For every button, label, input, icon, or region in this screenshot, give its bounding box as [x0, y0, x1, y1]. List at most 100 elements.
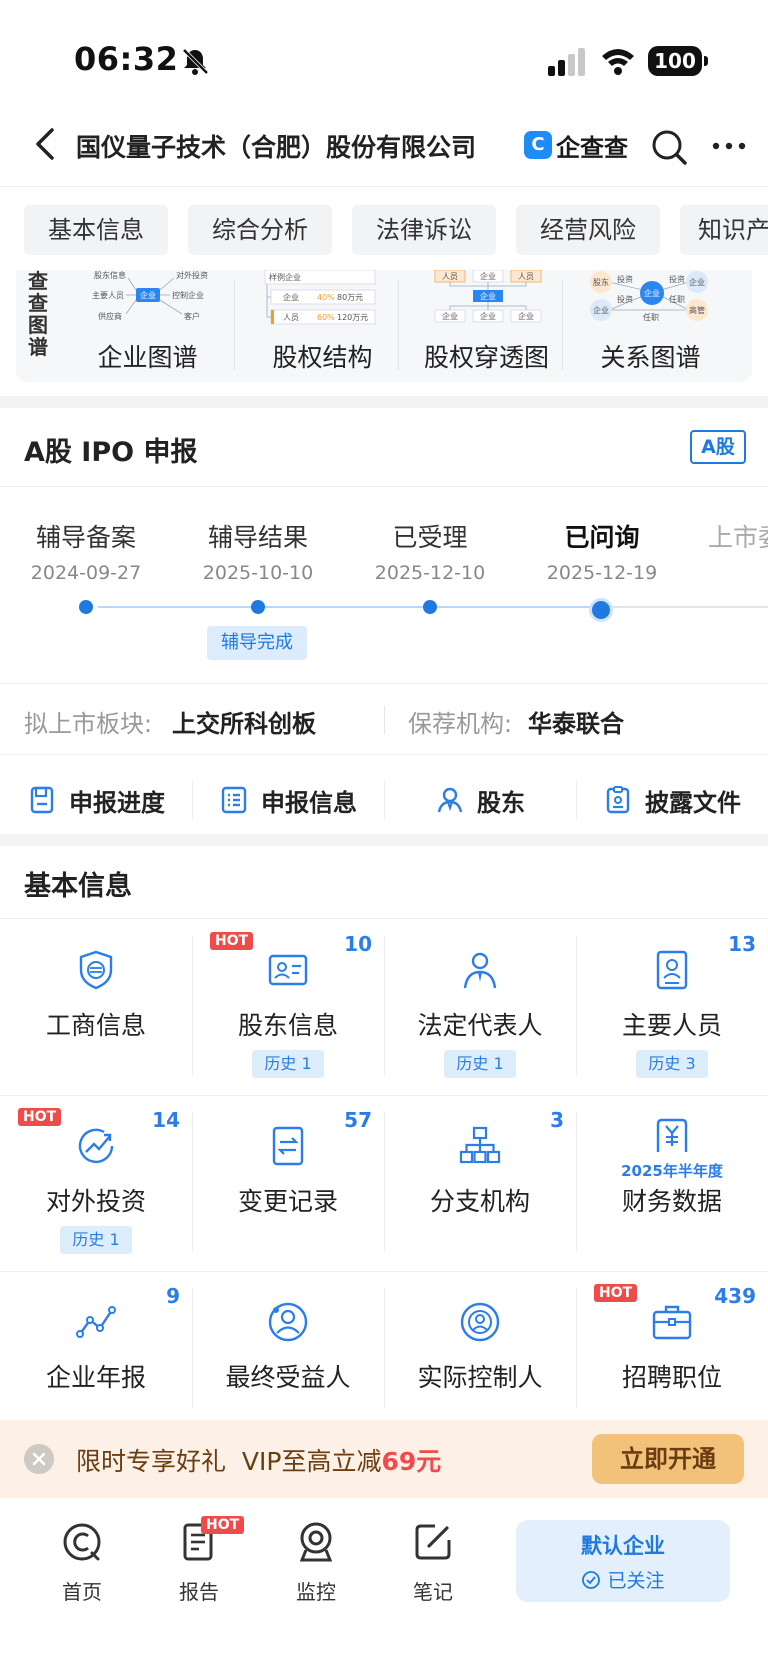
thumb-text: 主要人员: [92, 290, 124, 300]
cell-label: 变更记录: [237, 1187, 338, 1216]
thumb-text: 企业: [518, 311, 534, 321]
hot-badge: HOT: [594, 1284, 638, 1302]
sponsor-value: 华泰联合: [528, 710, 624, 738]
history-tag[interactable]: 历史 1: [444, 1050, 516, 1078]
back-arrow-icon[interactable]: [30, 124, 60, 164]
cell-label: 主要人员: [621, 1011, 722, 1040]
nav-home[interactable]: 首页: [34, 1520, 130, 1605]
ipo-progress-button[interactable]: 申报进度: [0, 770, 192, 830]
divider: [384, 936, 385, 1076]
step-tag: 辅导完成: [207, 626, 307, 660]
ipo-info-button[interactable]: 申报信息: [192, 770, 384, 830]
action-label: 披露文件: [645, 788, 741, 817]
ipo-step-next[interactable]: 上市委: [688, 518, 768, 554]
history-tag[interactable]: 历史 1: [252, 1050, 324, 1078]
cell-business-info[interactable]: 工商信息: [0, 920, 192, 1095]
cell-investments[interactable]: HOT 14 对外投资 历史 1: [0, 1096, 192, 1271]
cell-label: 对外投资: [45, 1187, 146, 1216]
cell-label: 企业年报: [45, 1363, 146, 1392]
thumb-text: 企业: [480, 271, 496, 281]
graph-equity-penetration[interactable]: 人员 企业 人员 企业 企业 企业 企业 股权穿透图: [399, 270, 574, 382]
cell-branches[interactable]: 3 分支机构: [384, 1096, 576, 1271]
close-icon[interactable]: [24, 1444, 54, 1474]
section-gap: [0, 396, 768, 408]
tab-ip[interactable]: 知识产权: [680, 205, 768, 255]
thumb-text: 任职: [643, 312, 659, 322]
ipo-shareholders-button[interactable]: 股东: [384, 770, 576, 830]
tab-operating-risk[interactable]: 经营风险: [516, 205, 660, 255]
thumb-text: 投资: [617, 274, 633, 284]
cell-count: 13: [728, 932, 756, 956]
bell-muted-icon: [182, 48, 209, 75]
tab-litigation[interactable]: 法律诉讼: [352, 205, 496, 255]
nav-label: 监控: [296, 1580, 336, 1604]
cell-key-personnel[interactable]: 13 主要人员 历史 3: [576, 920, 768, 1095]
divider: [0, 1095, 768, 1096]
nav-monitor[interactable]: 监控: [268, 1520, 364, 1605]
divider: [576, 1112, 577, 1252]
thumb-text: 样例企业: [269, 272, 301, 282]
step-label: 辅导备案: [35, 523, 136, 552]
cell-label: 招聘职位: [621, 1363, 722, 1392]
activate-vip-button[interactable]: 立即开通: [592, 1434, 744, 1484]
graph-equity-structure[interactable]: 样例企业 企业 40% 80万元 人员 60% 120万元 股权结构: [235, 270, 410, 382]
section-tabs: 基本信息 综合分析 法律诉讼 经营风险 知识产权: [0, 186, 768, 270]
cell-financials[interactable]: 2025年半年度 财务数据: [576, 1096, 768, 1271]
home-logo-icon: [63, 1523, 101, 1561]
sponsor-label: 保荐机构:: [408, 710, 513, 738]
tab-basic-info[interactable]: 基本信息: [24, 205, 168, 255]
cell-label: 财务数据: [621, 1187, 722, 1216]
nav-notes[interactable]: 笔记: [385, 1520, 481, 1605]
wifi-icon: [602, 49, 634, 75]
side-char: 查: [28, 291, 48, 315]
action-label: 申报进度: [69, 788, 165, 817]
cell-change-records[interactable]: 57 变更记录: [192, 1096, 384, 1271]
header: 国仪量子技术（合肥）股份有限公司 C 企查查: [0, 110, 768, 186]
brand-name: 企查查: [556, 133, 628, 162]
swap-doc-icon: [272, 1126, 304, 1166]
board-label: 拟上市板块:: [24, 710, 153, 738]
thumb-text: 投资: [669, 274, 685, 284]
timeline-dot: [423, 600, 437, 614]
thumb-text: 供应商: [98, 311, 122, 321]
thumb-text: 40%: [317, 293, 335, 302]
yuan-doc-icon: [656, 1118, 688, 1152]
board-value: 上交所科创板: [172, 710, 316, 738]
ipo-disclosure-button[interactable]: 披露文件: [576, 770, 768, 830]
ipo-title: A股 IPO 申报: [24, 437, 198, 468]
beneficiary-icon: [268, 1302, 308, 1342]
ipo-step[interactable]: 辅导结果 2025-10-10: [172, 518, 344, 584]
thumb-text: 人员: [518, 272, 534, 281]
thumb-text: 企业: [480, 291, 496, 301]
cell-count: 10: [344, 932, 372, 956]
tab-analysis[interactable]: 综合分析: [188, 205, 332, 255]
ipo-step[interactable]: 辅导备案 2024-09-27: [0, 518, 172, 584]
cell-legal-rep[interactable]: 法定代表人 历史 1: [384, 920, 576, 1095]
check-circle-icon: [582, 1570, 601, 1589]
side-char: 图: [28, 313, 48, 337]
graph-relations[interactable]: 股东 投资 投资 企业 企业 投资 任职 企业 高管 任职 关系图谱: [563, 270, 738, 382]
follow-company-button[interactable]: 默认企业 已关注: [516, 1520, 730, 1602]
more-icon[interactable]: [710, 134, 748, 158]
nav-label: 报告: [179, 1580, 219, 1604]
thumb-text: 120万元: [337, 313, 368, 322]
ipo-step-current[interactable]: 已问询 2025-12-19: [516, 518, 688, 584]
step-date: 2024-09-27: [30, 562, 142, 584]
step-label: 上市委: [708, 523, 768, 552]
divider: [576, 936, 577, 1076]
ipo-step[interactable]: 已受理 2025-12-10: [344, 518, 516, 584]
shareholder-icon: [437, 787, 463, 813]
follow-status: 已关注: [516, 1566, 730, 1593]
divider: [0, 1271, 768, 1272]
graph-label: 企业图谱: [97, 343, 198, 372]
step-date: 2025-10-10: [202, 562, 314, 584]
history-tag[interactable]: 历史 1: [60, 1226, 132, 1254]
history-tag[interactable]: 历史 3: [636, 1050, 708, 1078]
cell-count: 439: [714, 1284, 756, 1308]
thumb-text: 人员: [442, 272, 458, 281]
step-date: 2025-12-19: [546, 562, 658, 584]
cell-shareholders[interactable]: HOT 10 股东信息 历史 1: [192, 920, 384, 1095]
graph-enterprise[interactable]: 股东信息 对外投资 主要人员 企业 控制企业 供应商 客户 企业图谱: [60, 270, 235, 382]
search-icon[interactable]: [650, 128, 688, 166]
nav-reports[interactable]: HOT 报告: [151, 1516, 247, 1605]
